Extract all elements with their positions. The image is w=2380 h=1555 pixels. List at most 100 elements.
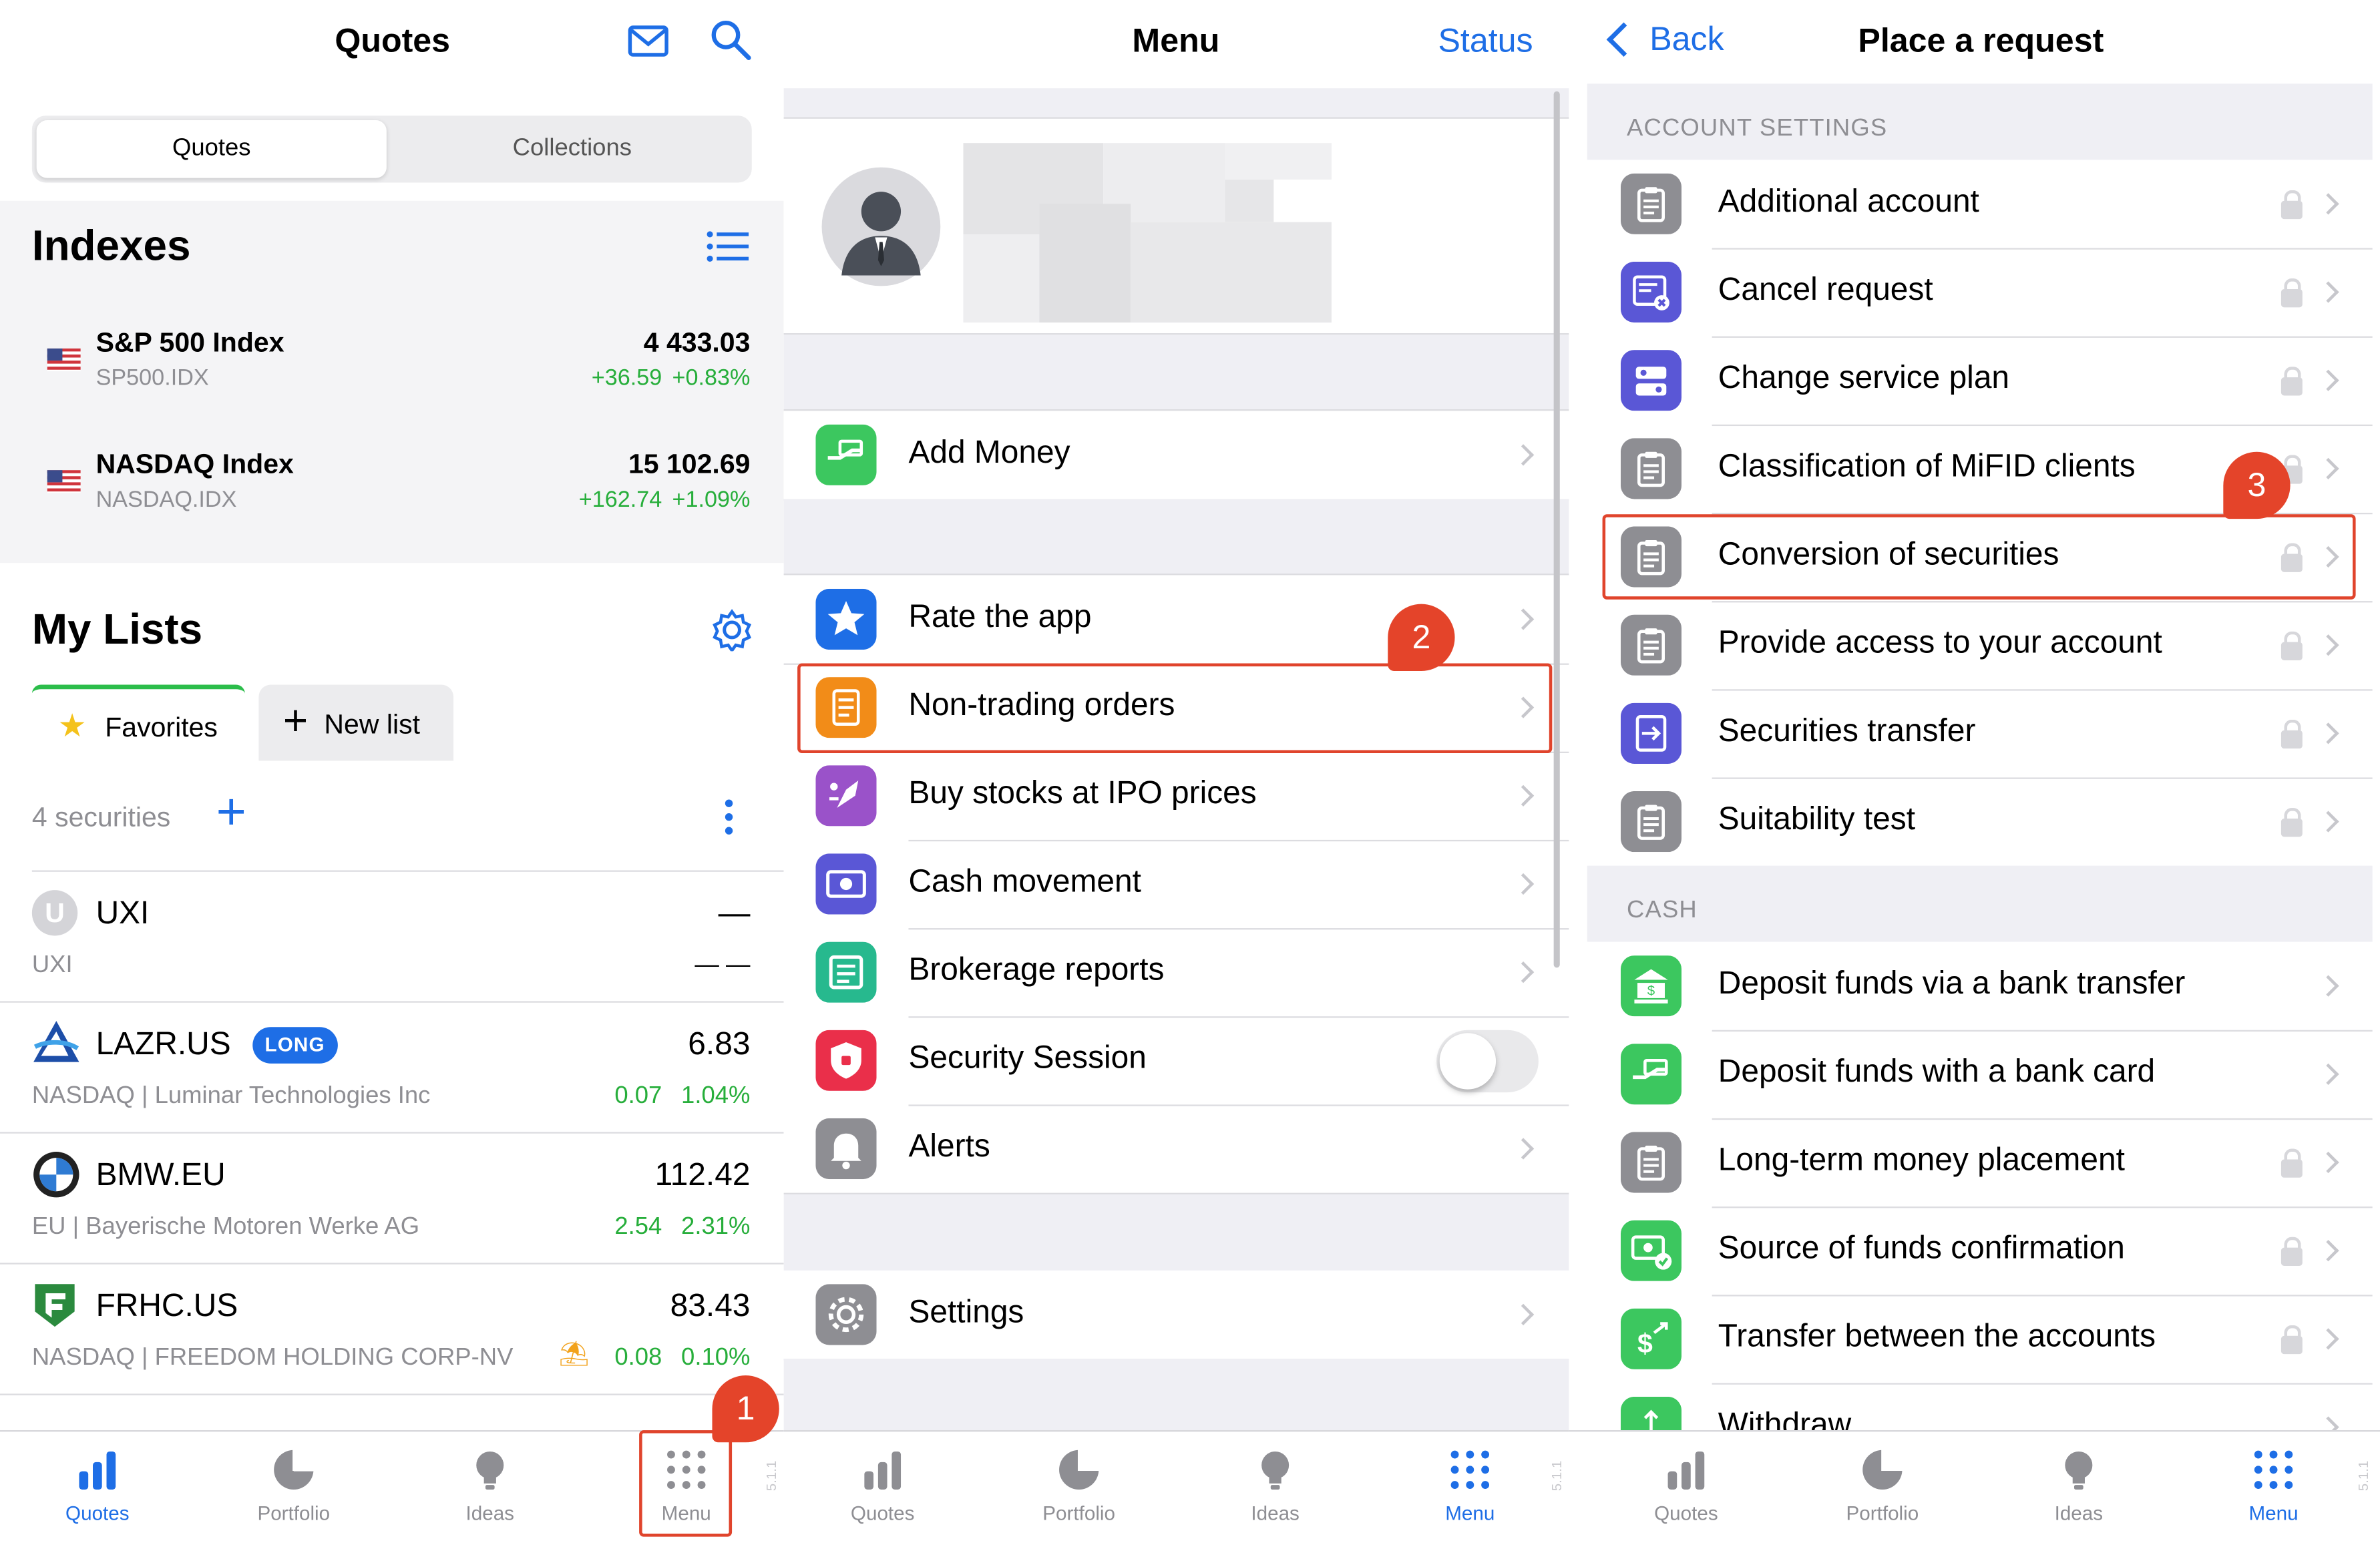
us-flag-icon [47,470,81,493]
security-price: 6.83 [688,1027,751,1062]
tab-ideas-label: Ideas [465,1502,515,1525]
lock-icon [2280,1148,2303,1178]
divider [1712,1383,2373,1385]
tab-ideas-label: Ideas [2054,1502,2104,1525]
more-vertical-icon[interactable] [723,797,735,837]
clipboard-icon [1620,791,1682,853]
chevron-right-icon [1512,961,1535,983]
chevron-right-icon [2317,1240,2339,1262]
tab-portfolio[interactable]: Portfolio [210,1447,377,1524]
menu-screen: Menu Status Add Money Rate the app Non-tra… [783,0,1569,1555]
divider [1712,1295,2373,1297]
money-check-icon [1620,1220,1682,1281]
security-ticker: FRHC.US [95,1289,238,1324]
segment-quotes[interactable]: Quotes [36,120,387,178]
divider [1712,777,2373,779]
security-subtitle: UXI [31,952,73,979]
add-security-icon[interactable]: + [216,784,246,843]
section-gap [783,1358,1569,1431]
request-item-label: Long-term money placement [1718,1142,2125,1178]
grid-dots-icon [1450,1450,1490,1490]
tab-quotes-label: Quotes [1654,1502,1718,1525]
chevron-right-icon [2317,457,2339,479]
tab-ideas[interactable]: Ideas [406,1447,574,1524]
status-link[interactable]: Status [1438,21,1533,61]
star-icon: ★ [57,708,87,744]
mail-icon[interactable] [627,24,670,57]
dollar-transfer-icon: $ [1620,1308,1682,1369]
clipboard-icon [1620,1132,1682,1193]
scrollbar[interactable] [1553,91,1560,968]
pie-chart-icon [274,1448,315,1490]
tab-quotes-label: Quotes [850,1502,915,1525]
tab-favorites[interactable]: ★ Favorites [31,684,245,760]
segment-collections[interactable]: Collections [397,120,747,178]
security-price: — [718,896,751,931]
menu-item-label: Add Money [908,435,1070,471]
tab-quotes-label: Quotes [65,1502,130,1525]
lock-icon [2280,1325,2303,1355]
long-badge: LONG [252,1027,337,1064]
quotes-screen: Quotes Quotes Collections Indexes S&P 50… [0,0,784,1555]
new-list-button[interactable]: + New list [258,684,454,761]
chevron-right-icon [1512,873,1535,895]
lock-icon [2280,631,2303,660]
menu-item-label: Brokerage reports [908,952,1165,987]
step-callout-2: 2 [1388,604,1455,671]
tab-portfolio[interactable]: Portfolio [1799,1447,1967,1524]
divider [1712,424,2373,427]
index-change: +162.74 [578,487,662,513]
highlight-conversion-of-securities [1602,514,2356,600]
index-change-pct: +0.83% [672,365,751,391]
tab-menu[interactable]: Menu [2190,1447,2357,1524]
chevron-right-icon [2317,193,2339,215]
divider [908,1104,1569,1106]
version-label: 5.1.1 [2355,1460,2371,1492]
divider [1712,248,2373,250]
list-view-icon[interactable] [706,230,749,263]
tab-quotes[interactable]: Quotes [14,1447,182,1524]
back-button[interactable]: Back [1649,20,1724,59]
divider [783,117,1569,119]
tab-ideas[interactable]: Ideas [1995,1447,2163,1524]
svg-text:$: $ [1647,983,1655,998]
chevron-right-icon [2317,281,2339,303]
gear-icon[interactable] [711,609,753,652]
security-ticker: BMW.EU [95,1158,226,1193]
plus-icon: + [282,696,309,744]
security-subtitle: NASDAQ | Luminar Technologies Inc [31,1083,431,1110]
security-change: 0.07 [614,1083,662,1110]
bell-icon [815,1118,877,1180]
chevron-right-icon [1512,1138,1535,1160]
request-item-label: Provide access to your account [1718,625,2162,660]
tab-portfolio[interactable]: Portfolio [995,1447,1163,1524]
divider [1712,1030,2373,1032]
divider [1712,601,2373,603]
tab-bar: Quotes Portfolio Ideas Menu [783,1430,1569,1555]
lightbulb-icon [476,1451,504,1490]
dividend-icon: ⛱ [558,1341,590,1368]
lock-icon [2280,719,2303,749]
tab-menu[interactable]: Menu [1386,1447,1554,1524]
tab-ideas[interactable]: Ideas [1191,1447,1359,1524]
security-ticker: UXI [95,896,150,931]
chevron-right-icon [2317,722,2339,744]
search-icon[interactable] [709,18,752,61]
divider [908,928,1569,930]
tab-quotes[interactable]: Quotes [1603,1447,1770,1524]
svg-text:$: $ [1637,1328,1653,1359]
tab-quotes[interactable]: Quotes [799,1447,966,1524]
request-item-label: Cancel request [1718,272,1933,308]
pie-chart-icon [1862,1448,1904,1490]
lightbulb-icon [2065,1451,2093,1490]
chevron-right-icon [2317,1063,2339,1085]
security-session-toggle[interactable] [1436,1030,1539,1093]
freedom-logo-icon [35,1284,75,1327]
profile-info-redacted [963,143,1332,323]
avatar [821,167,941,286]
lock-icon [2280,1237,2303,1266]
back-chevron-icon[interactable] [1606,22,1641,57]
transfer-doc-icon [1620,702,1682,764]
index-ticker: SP500.IDX [95,365,209,391]
index-change: +36.59 [591,365,662,391]
